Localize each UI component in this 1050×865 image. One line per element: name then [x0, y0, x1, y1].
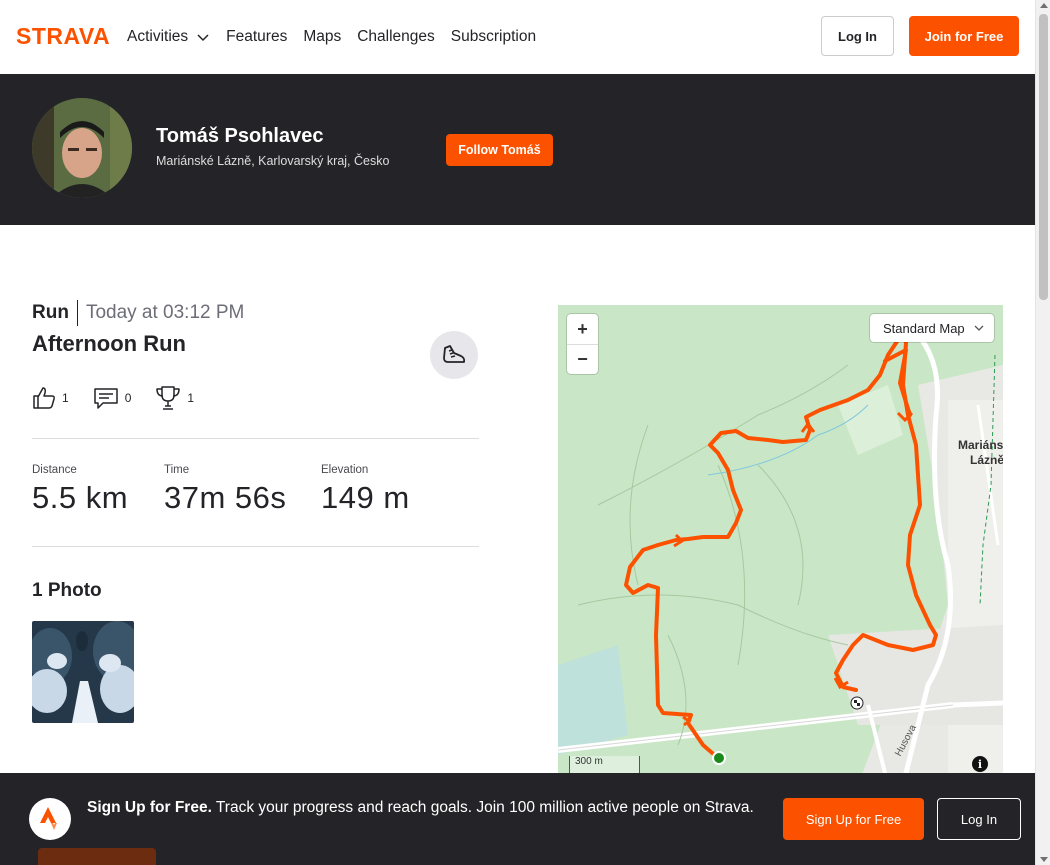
nav-subscription[interactable]: Subscription — [451, 28, 536, 46]
chevron-down-icon — [197, 34, 209, 42]
map-style-select[interactable]: Standard Map — [870, 314, 994, 342]
signup-login-button[interactable]: Log In — [937, 798, 1021, 840]
athlete-location: Mariánské Lázně, Karlovarský kraj, Česko — [156, 154, 390, 168]
signup-headline: Sign Up for Free. — [87, 799, 212, 816]
stat-elevation: Elevation 149 m — [321, 464, 410, 516]
strava-logo[interactable]: STRAVA — [16, 24, 112, 48]
start-marker — [712, 751, 726, 765]
comments[interactable]: 0 — [93, 386, 132, 410]
zoom-out-button[interactable]: − — [567, 344, 598, 374]
zoom-in-button[interactable]: + — [567, 314, 598, 344]
stat-value: 5.5 km — [32, 480, 129, 515]
hidden-button-peek — [38, 848, 156, 865]
strava-app-icon — [29, 798, 71, 840]
nav-activities-label: Activities — [127, 28, 189, 45]
activity-header: Run Today at 03:12 PM — [32, 300, 244, 326]
nav-links: Activities Features Maps Challenges Subs… — [127, 0, 552, 74]
thumbs-up-icon — [33, 387, 55, 409]
avatar[interactable] — [32, 98, 132, 198]
map-canvas[interactable]: Mariáns Lázně Husova — [558, 305, 1003, 785]
scroll-down-arrow[interactable] — [1039, 857, 1048, 862]
kudos[interactable]: 1 — [32, 386, 69, 410]
scrollbar[interactable] — [1035, 0, 1050, 865]
divider — [32, 546, 479, 547]
shoe-icon — [443, 345, 466, 363]
photos-title: 1 Photo — [32, 580, 102, 601]
stat-time: Time 37m 56s — [164, 464, 286, 516]
stat-label: Distance — [32, 464, 77, 476]
zoom-controls: + − — [567, 314, 598, 374]
achievement-count: 1 — [187, 391, 195, 405]
snow-photo-image — [32, 621, 134, 723]
achievements[interactable]: 1 — [155, 385, 194, 411]
divider — [32, 438, 479, 439]
login-button[interactable]: Log In — [821, 16, 894, 56]
signup-body: Track your progress and reach goals. Joi… — [211, 799, 754, 816]
activity-time: Today at 03:12 PM — [85, 302, 245, 323]
top-nav: STRAVA Activities Features Maps Challeng… — [0, 0, 1035, 74]
chevron-down-icon — [974, 325, 984, 331]
athlete-banner: Tomáš Psohlavec Mariánské Lázně, Karlova… — [0, 74, 1035, 225]
signup-text: Sign Up for Free. Track your progress an… — [87, 797, 767, 819]
scroll-thumb[interactable] — [1039, 14, 1048, 300]
athlete-name[interactable]: Tomáš Psohlavec — [156, 125, 323, 148]
join-button[interactable]: Join for Free — [909, 16, 1019, 56]
strava-logo-text: STRAVA — [16, 24, 110, 48]
activity-type: Run — [32, 302, 69, 323]
signup-button[interactable]: Sign Up for Free — [783, 798, 924, 840]
follow-button[interactable]: Follow Tomáš — [446, 134, 553, 166]
gear-shoe-button[interactable] — [430, 331, 478, 379]
trophy-icon — [156, 386, 181, 410]
route-map[interactable]: Mariáns Lázně Husova + − Standard Map 30… — [558, 305, 1003, 785]
nav-activities[interactable]: Activities — [127, 28, 210, 46]
map-style-label: Standard Map — [883, 320, 965, 336]
nav-challenges[interactable]: Challenges — [357, 28, 435, 46]
photo-thumbnail[interactable] — [32, 621, 134, 723]
nav-maps[interactable]: Maps — [303, 28, 341, 46]
stat-value: 149 m — [321, 480, 410, 515]
scroll-up-arrow[interactable] — [1039, 3, 1048, 8]
signup-banner: Sign Up for Free. Track your progress an… — [0, 773, 1035, 865]
stat-label: Time — [164, 464, 190, 476]
stat-distance: Distance 5.5 km — [32, 464, 128, 516]
nav-features[interactable]: Features — [226, 28, 287, 46]
comment-icon — [93, 388, 118, 409]
map-scale: 300 m — [569, 756, 640, 774]
avatar-image — [32, 98, 132, 198]
header-divider — [76, 300, 78, 326]
info-icon[interactable]: i — [972, 756, 988, 772]
stat-value: 37m 56s — [164, 480, 287, 515]
social-row: 1 0 1 — [32, 384, 218, 412]
activity-title: Afternoon Run — [32, 331, 186, 356]
kudos-count: 1 — [62, 391, 69, 405]
stat-label: Elevation — [321, 464, 369, 476]
place-label-2: Lázně — [970, 453, 1003, 467]
comment-count: 0 — [124, 391, 132, 405]
strava-chevron-icon — [40, 807, 57, 830]
place-label-1: Mariáns — [958, 438, 1003, 452]
